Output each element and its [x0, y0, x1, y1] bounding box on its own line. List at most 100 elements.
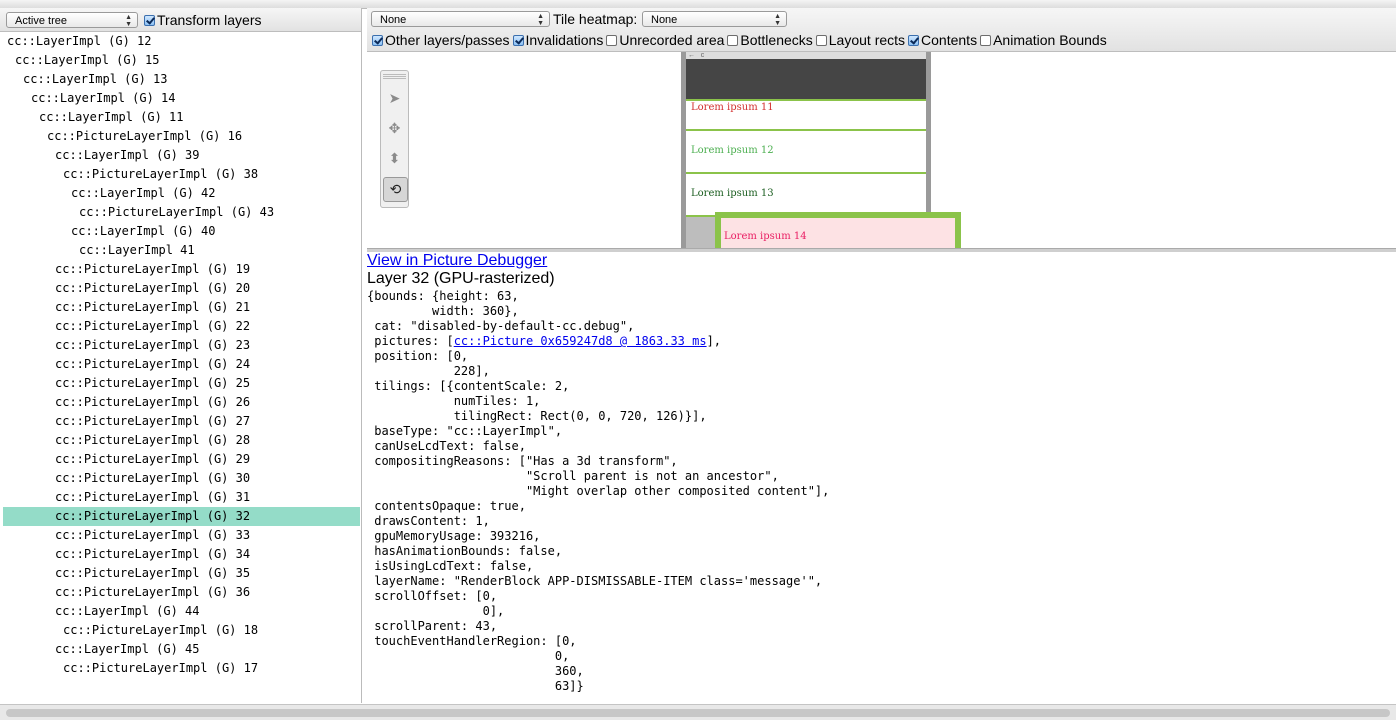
layer-tree-row[interactable]: cc::PictureLayerImpl (G) 25 — [3, 374, 360, 393]
layer-tree-row[interactable]: cc::PictureLayerImpl (G) 24 — [3, 355, 360, 374]
layer-tree-row[interactable]: cc::PictureLayerImpl (G) 16 — [3, 127, 360, 146]
select-arrows-icon: ▲ ▼ — [774, 13, 781, 27]
preview-item-label: Lorem ipsum 12 — [691, 145, 774, 156]
overlay-option-checkbox[interactable] — [815, 35, 827, 46]
page-preview: ← c Lorem ipsum 11 Lorem ipsum 12 Lorem … — [681, 52, 961, 248]
overlay-option-checkbox[interactable] — [372, 35, 383, 46]
layer-tree-row[interactable]: cc::LayerImpl (G) 15 — [3, 51, 360, 70]
grip-handle[interactable] — [383, 74, 406, 80]
layer-tree-row[interactable]: cc::PictureLayerImpl (G) 35 — [3, 564, 360, 583]
layer-viewport[interactable]: ➤ ✥ ⬍ ⟲ ← c Lorem ipsum 11 Lorem ipsum 1… — [367, 52, 1396, 248]
preview-url-bar: ← c — [686, 52, 926, 59]
layer-properties-dump: {bounds: {height: 63, width: 360}, cat: … — [367, 289, 829, 694]
layer-tree-row-label: cc::LayerImpl (G) 44 — [55, 604, 200, 618]
layer-tree-row[interactable]: cc::PictureLayerImpl (G) 31 — [3, 488, 360, 507]
overlay-option[interactable]: Animation Bounds — [980, 32, 1107, 48]
preview-item-label: Lorem ipsum 11 — [691, 102, 774, 113]
tile-heatmap-select[interactable]: None ▲ ▼ — [642, 11, 787, 27]
layer-tree-row[interactable]: cc::LayerImpl (G) 11 — [3, 108, 360, 127]
overlay-option[interactable]: Unrecorded area — [606, 32, 724, 48]
layer-tree-row-label: cc::PictureLayerImpl (G) 35 — [55, 566, 251, 580]
layer-tree-row-label: cc::PictureLayerImpl (G) 30 — [55, 471, 251, 485]
layer-tree-row[interactable]: cc::PictureLayerImpl (G) 23 — [3, 336, 360, 355]
layer-tree-row[interactable]: cc::PictureLayerImpl (G) 38 — [3, 165, 360, 184]
rotate-tool-icon[interactable]: ⟲ — [383, 177, 408, 202]
view-in-picture-debugger-link[interactable]: View in Picture Debugger — [367, 252, 547, 269]
layer-tree-row[interactable]: cc::LayerImpl 41 — [3, 241, 360, 260]
layer-tree-row[interactable]: cc::PictureLayerImpl (G) 32 — [3, 507, 360, 526]
selected-layer-highlight[interactable]: Lorem ipsum 14 — [715, 212, 961, 248]
layer-tree-row[interactable]: cc::PictureLayerImpl (G) 26 — [3, 393, 360, 412]
layer-tree-row[interactable]: cc::LayerImpl (G) 13 — [3, 70, 360, 89]
layer-tree-row[interactable]: cc::PictureLayerImpl (G) 28 — [3, 431, 360, 450]
layer-tree-row[interactable]: cc::PictureLayerImpl (G) 19 — [3, 260, 360, 279]
overlay-option-checkbox[interactable] — [606, 35, 618, 46]
layer-tree-row-label: cc::PictureLayerImpl (G) 25 — [55, 376, 251, 390]
layer-tree-row-label: cc::PictureLayerImpl (G) 31 — [55, 490, 251, 504]
layer-tree-row-label: cc::LayerImpl (G) 42 — [71, 186, 216, 200]
overlay-option-label: Unrecorded area — [619, 32, 725, 48]
picture-link[interactable]: cc::Picture 0x659247d8 @ 1863.33 ms — [454, 334, 707, 348]
layer-tree-row[interactable]: cc::PictureLayerImpl (G) 21 — [3, 298, 360, 317]
transform-layers-checkbox[interactable] — [144, 15, 155, 26]
layer-tree-row[interactable]: cc::PictureLayerImpl (G) 18 — [3, 621, 360, 640]
layer-tree-row[interactable]: cc::PictureLayerImpl (G) 43 — [3, 203, 360, 222]
layer-view-toolbar: None ▲ ▼ Tile heatmap: None ▲ ▼ Other laye… — [367, 8, 1396, 52]
zoom-tool-icon[interactable]: ⬍ — [383, 147, 406, 170]
layer-tree-row[interactable]: cc::LayerImpl (G) 12 — [3, 32, 360, 51]
overlay-option[interactable]: Contents — [908, 32, 977, 48]
viewport-tools: ➤ ✥ ⬍ ⟲ — [380, 70, 409, 208]
layer-tree-row[interactable]: cc::PictureLayerImpl (G) 27 — [3, 412, 360, 431]
preview-header — [686, 59, 926, 101]
overlay-option-checkbox[interactable] — [980, 35, 992, 46]
scrollbar-thumb[interactable] — [6, 709, 1390, 717]
layer-tree-row[interactable]: cc::PictureLayerImpl (G) 34 — [3, 545, 360, 564]
layer-tree-row[interactable]: cc::PictureLayerImpl (G) 20 — [3, 279, 360, 298]
layer-tree-row[interactable]: cc::PictureLayerImpl (G) 17 — [3, 659, 360, 678]
layer-tree-row[interactable]: cc::PictureLayerImpl (G) 22 — [3, 317, 360, 336]
overlay-option[interactable]: Layout rects — [815, 32, 906, 48]
overlay-option-checkbox[interactable] — [512, 35, 524, 46]
layer-tree-row[interactable]: cc::LayerImpl (G) 44 — [3, 602, 360, 621]
layer-tree-row-label: cc::LayerImpl (G) 39 — [55, 148, 200, 162]
dump-text: ], position: [0, 228], tilings: [{conten… — [374, 334, 830, 693]
layer-tree-row-label: cc::PictureLayerImpl (G) 20 — [55, 281, 251, 295]
pan-tool-icon[interactable]: ✥ — [383, 117, 406, 140]
layer-tree-row-label: cc::PictureLayerImpl (G) 27 — [55, 414, 251, 428]
overlay-option-checkbox[interactable] — [908, 35, 920, 46]
layer-tree-row[interactable]: cc::PictureLayerImpl (G) 29 — [3, 450, 360, 469]
layer-tree-row[interactable]: cc::LayerImpl (G) 39 — [3, 146, 360, 165]
select-tool-icon[interactable]: ➤ — [383, 87, 406, 110]
overlay-option-label: Layout rects — [828, 32, 906, 48]
layer-tree-row[interactable]: cc::LayerImpl (G) 14 — [3, 89, 360, 108]
tree-select[interactable]: Active tree ▲ ▼ — [6, 12, 138, 28]
layer-title: Layer 32 (GPU-rasterized) — [367, 270, 555, 287]
overlay-option[interactable]: Invalidations — [512, 32, 603, 48]
layer-tree-row-label: cc::LayerImpl 41 — [79, 243, 195, 257]
layer-tree-toolbar: Active tree ▲ ▼ Transform layers — [0, 8, 361, 32]
transform-layers-toggle[interactable]: Transform layers — [144, 12, 262, 28]
layer-tree-row-label: cc::PictureLayerImpl (G) 16 — [47, 129, 243, 143]
layer-tree-row-label: cc::PictureLayerImpl (G) 38 — [63, 167, 259, 181]
preview-item-label: Lorem ipsum 13 — [691, 188, 774, 199]
mode-select[interactable]: None ▲ ▼ — [371, 11, 550, 27]
layer-tree-row[interactable]: cc::LayerImpl (G) 40 — [3, 222, 360, 241]
layer-tree-row-label: cc::LayerImpl (G) 14 — [31, 91, 176, 105]
layer-tree-row[interactable]: cc::PictureLayerImpl (G) 36 — [3, 583, 360, 602]
tile-heatmap-select-value: None — [651, 14, 678, 26]
tree-select-value: Active tree — [15, 15, 67, 27]
layer-tree-row[interactable]: cc::LayerImpl (G) 45 — [3, 640, 360, 659]
preview-item: Lorem ipsum 12 — [686, 131, 926, 174]
transform-layers-label: Transform layers — [157, 12, 262, 28]
layer-tree-row[interactable]: cc::PictureLayerImpl (G) 33 — [3, 526, 360, 545]
overlay-option-checkbox[interactable] — [727, 35, 739, 46]
overlay-option[interactable]: Bottlenecks — [727, 32, 813, 48]
layer-tree-row[interactable]: cc::LayerImpl (G) 42 — [3, 184, 360, 203]
horizontal-scrollbar[interactable] — [0, 704, 1396, 720]
layer-tree-row-label: cc::PictureLayerImpl (G) 26 — [55, 395, 251, 409]
overlay-option[interactable]: Other layers/passes — [372, 32, 510, 48]
layer-tree-row-label: cc::PictureLayerImpl (G) 36 — [55, 585, 251, 599]
layer-tree-row[interactable]: cc::PictureLayerImpl (G) 30 — [3, 469, 360, 488]
overlay-option-label: Animation Bounds — [993, 32, 1107, 48]
layer-view-panel: None ▲ ▼ Tile heatmap: None ▲ ▼ Other laye… — [367, 8, 1396, 703]
